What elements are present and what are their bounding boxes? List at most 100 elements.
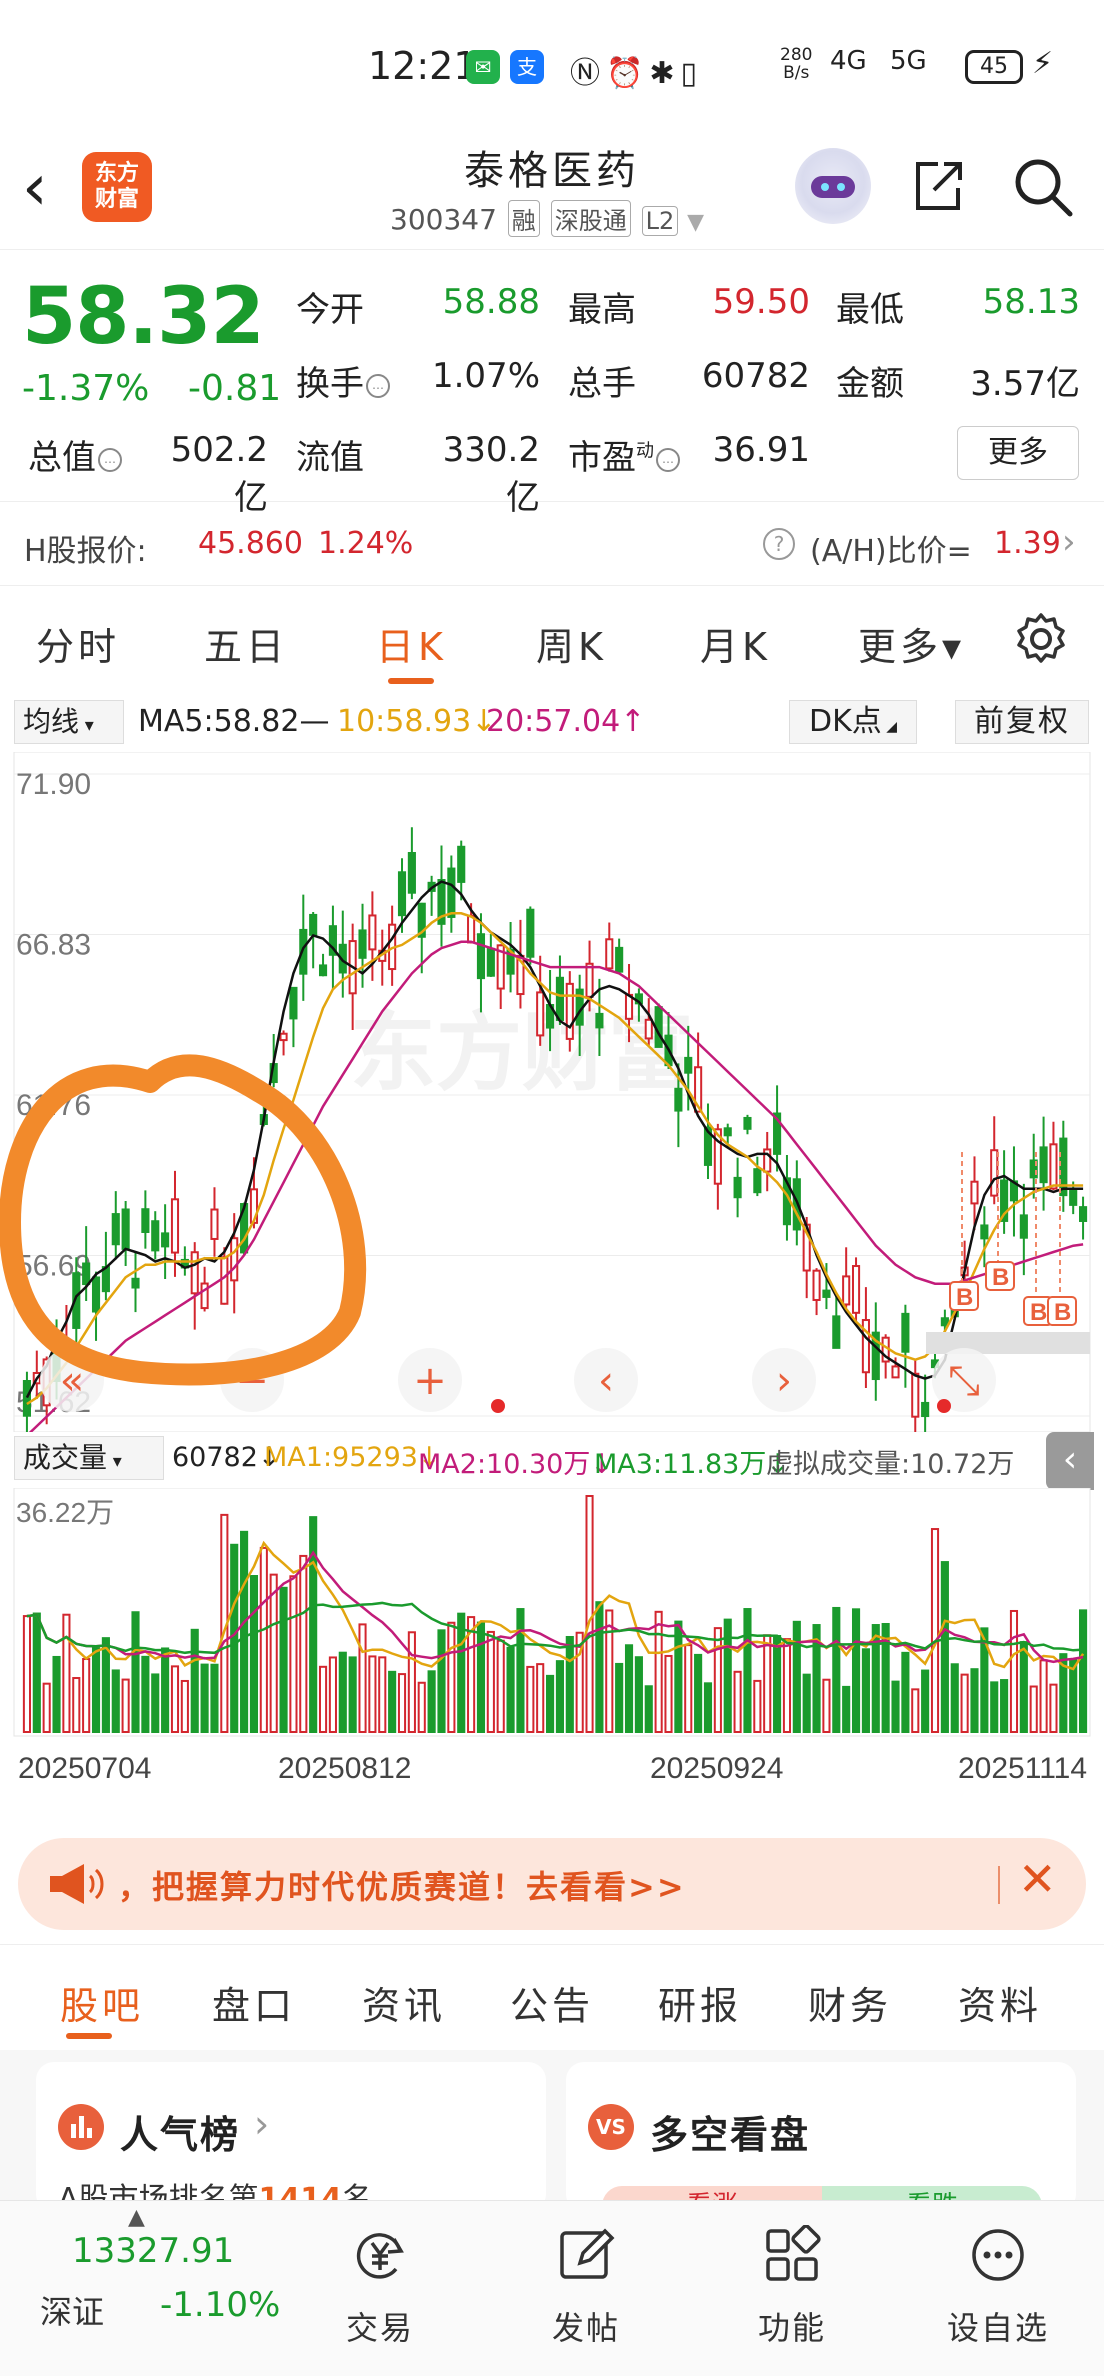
dk-point-button[interactable]: DK点 ◢ xyxy=(789,700,917,744)
zoom-in-icon[interactable]: + xyxy=(413,1358,447,1404)
mktcap-label[interactable]: 总值… xyxy=(28,430,122,479)
volume-bar xyxy=(526,1665,535,1734)
caret-up-icon: ▲ xyxy=(128,2205,145,2230)
candle-body xyxy=(585,962,594,998)
volume-bar xyxy=(111,1669,120,1733)
volume-bar xyxy=(792,1620,801,1733)
volume-indicator-select[interactable]: 成交量 ▾ xyxy=(14,1436,164,1480)
stock-code-row[interactable]: 300347 融 深股通 L2 ▼ xyxy=(390,200,704,237)
popularity-card[interactable]: 人气榜 › A股市场排名第1414名 xyxy=(36,2062,546,2212)
volume-x-tick-label: 20251114 xyxy=(958,1752,1087,1785)
tab-announcement[interactable]: 公告 xyxy=(510,1975,594,2030)
turnover-label[interactable]: 换手… xyxy=(296,356,390,405)
volume-bar xyxy=(447,1621,456,1733)
indicator-select[interactable]: 均线 ▾ xyxy=(14,700,124,744)
float-label: 流值 xyxy=(296,438,364,478)
volume-bar xyxy=(72,1677,81,1733)
tab-more[interactable]: 更多▾ xyxy=(858,616,965,671)
chevron-left-icon[interactable]: ‹ xyxy=(598,1358,614,1404)
tab-five-day[interactable]: 五日 xyxy=(204,616,288,671)
nav-watchlist[interactable]: 设自选 xyxy=(928,2201,1068,2376)
index-value[interactable]: 13327.91 xyxy=(72,2231,234,2271)
volume-bar xyxy=(773,1635,782,1733)
nav-functions[interactable]: 功能 xyxy=(722,2201,862,2376)
buy-marker-label: B xyxy=(1030,1299,1047,1326)
volume-bar xyxy=(151,1673,160,1734)
watermark-text: 东方财富 xyxy=(350,1003,694,1103)
candle-body xyxy=(615,946,624,973)
high-value: 59.50 xyxy=(712,282,810,322)
help-icon[interactable]: ? xyxy=(763,528,795,560)
tab-guba[interactable]: 股吧 xyxy=(60,1975,144,2030)
volume-bar xyxy=(921,1669,930,1734)
volume-bar xyxy=(555,1660,564,1733)
volume-bar xyxy=(753,1679,762,1734)
promo-banner[interactable]: ，把握算力时代优质赛道！去看看>> ✕ xyxy=(18,1838,1086,1930)
collapse-panel-button[interactable]: ‹ xyxy=(1046,1432,1094,1490)
volume-bar xyxy=(397,1673,407,1733)
volume-bar xyxy=(42,1682,51,1734)
tab-intraday[interactable]: 分时 xyxy=(36,616,120,671)
volume-bar xyxy=(1079,1609,1088,1733)
volume-bar xyxy=(654,1610,663,1733)
kline-y-tick-label: 71.90 xyxy=(16,768,91,801)
volume-bar xyxy=(299,1554,308,1733)
hshare-row[interactable]: H股报价: 45.860 1.24% ? (A/H)比价= 1.39 › xyxy=(0,504,1104,586)
candle-body xyxy=(161,1232,170,1248)
search-icon[interactable] xyxy=(1010,154,1076,220)
tab-news[interactable]: 资讯 xyxy=(362,1975,446,2030)
tab-research[interactable]: 研报 xyxy=(658,1975,742,2030)
quote-panel: 58.32 -1.37% -0.81 今开 58.88 最高 59.50 最低 … xyxy=(0,252,1104,518)
hshare-price: 45.860 xyxy=(198,526,303,561)
hshare-label: H股报价: xyxy=(24,534,147,569)
nav-post[interactable]: 发帖 xyxy=(516,2201,656,2376)
share-icon[interactable] xyxy=(908,156,968,216)
candle-body xyxy=(279,1032,288,1042)
grid-icon xyxy=(766,2225,821,2281)
tab-daily-k[interactable]: 日K xyxy=(376,616,447,671)
kline-chart[interactable]: 71.9066.8361.7656.6951.62东方财富BBBB«−+‹›⤡ xyxy=(0,752,1104,1432)
candle-body xyxy=(555,976,564,1021)
pe-label[interactable]: 市盈动… xyxy=(568,430,680,479)
volume-bar xyxy=(180,1679,189,1734)
ai-assistant-icon[interactable] xyxy=(795,148,871,224)
signal-5g-icon: 5G xyxy=(890,46,927,76)
volume-bar xyxy=(703,1682,713,1733)
candle-body xyxy=(121,1208,130,1250)
volume-chart[interactable]: 36.22万 20250704 20250812 20250924 20251114 xyxy=(0,1488,1104,1812)
candle-body xyxy=(309,913,318,936)
candle-body xyxy=(940,1317,949,1327)
tab-finance[interactable]: 财务 xyxy=(808,1975,892,2030)
volume-x-tick-label: 20250812 xyxy=(278,1752,411,1785)
candle-body xyxy=(190,1251,199,1295)
volume-bar xyxy=(417,1681,426,1733)
chevron-right-icon[interactable]: › xyxy=(776,1358,792,1404)
ah-ratio-label: (A/H)比价= xyxy=(810,534,972,569)
volume-bar xyxy=(664,1654,673,1733)
bull-bear-card[interactable]: VS 多空看盘 看涨 看跌 xyxy=(566,2062,1076,2212)
volume-bar xyxy=(634,1656,643,1733)
close-icon[interactable]: ✕ xyxy=(1018,1852,1057,1906)
index-change[interactable]: -1.10% xyxy=(160,2285,280,2325)
adjust-button[interactable]: 前复权 xyxy=(955,700,1089,744)
tag-l2: L2 xyxy=(641,206,679,236)
nav-trade[interactable]: 交易 xyxy=(310,2201,450,2376)
candle-body xyxy=(851,1265,861,1314)
volume-bar xyxy=(309,1516,318,1734)
tab-pankou[interactable]: 盘口 xyxy=(212,1975,296,2030)
volume-bar xyxy=(960,1673,969,1733)
candle-body xyxy=(467,914,476,944)
tab-weekly-k[interactable]: 周K xyxy=(536,616,607,671)
bottom-nav: ▲ 13327.91 深证 -1.10% 交易 发帖 功能 设自选 xyxy=(0,2200,1104,2376)
candle-body xyxy=(486,947,495,977)
volume-bar xyxy=(437,1629,446,1734)
gear-icon[interactable] xyxy=(1012,610,1070,668)
index-name[interactable]: 深证 xyxy=(40,2287,104,2333)
volume-legend-row: 成交量 ▾ 60782↓ MA1:95293↓ MA2:10.30万↓ MA3:… xyxy=(0,1432,1104,1490)
tab-profile[interactable]: 资料 xyxy=(958,1975,1042,2030)
candle-body xyxy=(170,1198,180,1254)
expand-icon[interactable]: ⤡ xyxy=(948,1358,980,1404)
more-button[interactable]: 更多 xyxy=(957,426,1079,480)
tab-monthly-k[interactable]: 月K xyxy=(700,616,771,671)
candle-body xyxy=(476,933,486,980)
